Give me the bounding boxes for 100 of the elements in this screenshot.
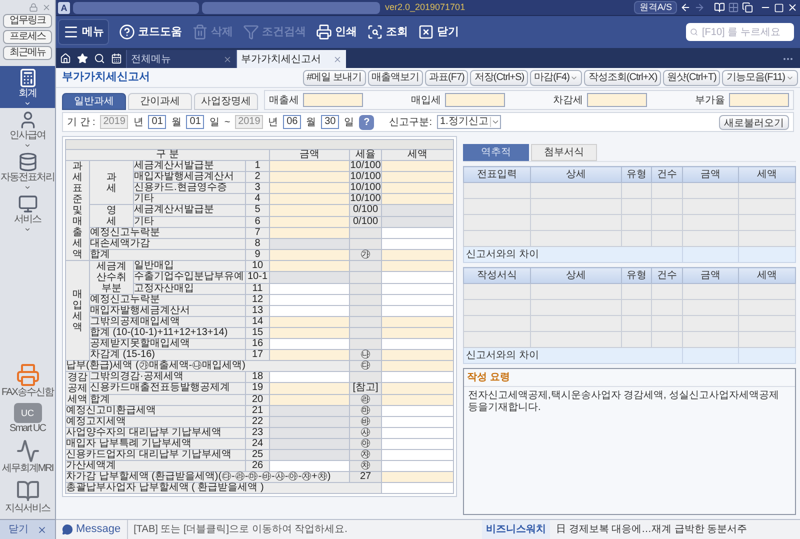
back-arrow-icon[interactable]: [680, 2, 691, 13]
document-tab[interactable]: 전체메뉴: [126, 50, 236, 68]
action-button[interactable]: 기능모음(F11): [722, 70, 798, 86]
amount-field[interactable]: [270, 350, 350, 360]
amount-field[interactable]: [270, 316, 350, 328]
tax-amount-field[interactable]: [382, 360, 454, 372]
tax-amount-field[interactable]: [382, 482, 454, 494]
reload-button[interactable]: 새로불러오기: [719, 114, 789, 130]
remote-support-button[interactable]: 원격A/S: [634, 1, 677, 14]
search-icon[interactable]: [94, 52, 105, 64]
tax-amount-field[interactable]: [382, 416, 454, 428]
tax-amount-field[interactable]: [382, 250, 454, 260]
home-icon[interactable]: [60, 52, 71, 64]
tax-amount-field[interactable]: [382, 228, 454, 238]
tax-amount-field[interactable]: [382, 338, 454, 350]
star-icon[interactable]: [77, 52, 88, 64]
amount-field[interactable]: [270, 294, 350, 306]
amount-field[interactable]: [270, 394, 350, 406]
service-label[interactable]: FAX송수신함: [2, 387, 54, 399]
tax-amount-field[interactable]: [382, 450, 454, 460]
summary-field[interactable]: [729, 93, 789, 107]
toolbar-button[interactable]: 닫기: [418, 19, 459, 45]
tax-amount-field[interactable]: [382, 272, 454, 284]
calendar-icon[interactable]: [111, 52, 122, 64]
module-item[interactable]: 회계: [0, 66, 55, 108]
module-item[interactable]: 인사급여: [0, 108, 55, 150]
quick-link-button[interactable]: 업무링크: [3, 14, 52, 28]
sidebar-close-button[interactable]: 닫기: [0, 519, 55, 539]
action-button[interactable]: 작성조회(Ctrl+X): [584, 70, 662, 86]
date-input-field[interactable]: 06: [283, 115, 302, 129]
amount-field[interactable]: [270, 328, 350, 338]
audit-tab[interactable]: 역추적: [463, 144, 529, 161]
amount-field[interactable]: [270, 172, 350, 182]
close-icon[interactable]: [787, 2, 798, 13]
toolbar-button[interactable]: 메뉴: [58, 19, 109, 45]
amount-field[interactable]: [270, 194, 350, 204]
tax-amount-field[interactable]: [382, 406, 454, 416]
tax-amount-field[interactable]: [382, 438, 454, 450]
amount-field[interactable]: [270, 306, 350, 316]
service-label[interactable]: Smart UC: [10, 423, 46, 435]
amount-field[interactable]: [270, 382, 350, 394]
amount-field[interactable]: [270, 228, 350, 238]
amount-field[interactable]: [270, 216, 350, 228]
amount-field[interactable]: [270, 283, 350, 294]
tax-amount-field[interactable]: [382, 306, 454, 316]
maximize-icon[interactable]: [774, 2, 784, 12]
tax-amount-field[interactable]: [382, 460, 454, 472]
tax-amount-field[interactable]: [382, 428, 454, 438]
amount-field[interactable]: [270, 460, 350, 472]
summary-field[interactable]: [445, 93, 505, 107]
tax-amount-field[interactable]: [382, 350, 454, 360]
news-ticker[interactable]: 日 경제보복 대응에…재계 급박한 동분서주: [550, 522, 800, 537]
summary-field[interactable]: [587, 93, 647, 107]
amount-field[interactable]: [270, 160, 350, 172]
help-button[interactable]: ?: [359, 114, 374, 130]
module-item[interactable]: 자동전표처리: [0, 150, 55, 192]
tax-amount-field[interactable]: [382, 328, 454, 338]
quick-link-button[interactable]: 프로세스: [3, 30, 52, 44]
tax-amount-field[interactable]: [382, 182, 454, 194]
tax-amount-field[interactable]: [382, 394, 454, 406]
amount-field[interactable]: [270, 204, 350, 216]
tax-amount-field[interactable]: [382, 294, 454, 306]
module-item[interactable]: 서비스: [0, 192, 55, 234]
search-field[interactable]: [F10] 를 누르세요: [686, 23, 794, 41]
report-type-select[interactable]: 1.정기신고: [436, 115, 502, 129]
tax-amount-field[interactable]: [382, 172, 454, 182]
action-button[interactable]: 원샷(Ctrl+T): [663, 70, 720, 86]
quick-link-button[interactable]: 최근메뉴: [3, 46, 52, 60]
date-input-field[interactable]: 01: [148, 115, 166, 129]
tax-amount-field[interactable]: [382, 382, 454, 394]
tax-amount-field[interactable]: [382, 472, 454, 482]
service-label[interactable]: 지식서비스: [5, 503, 50, 515]
tax-amount-field[interactable]: [382, 160, 454, 172]
tax-amount-field[interactable]: [382, 316, 454, 328]
document-tab[interactable]: 부가가치세신고서: [236, 50, 346, 68]
toolbar-button[interactable]: 인쇄: [316, 19, 357, 45]
lock-icon[interactable]: [29, 2, 38, 12]
form-tab[interactable]: 간이과세: [128, 93, 192, 110]
form-tab[interactable]: 사업장명세: [194, 93, 258, 110]
toolbar-button[interactable]: 조회: [367, 19, 408, 45]
action-button[interactable]: 매출액보기: [368, 70, 424, 86]
date-input-field[interactable]: 30: [321, 115, 340, 129]
action-button[interactable]: #메일 보내기: [302, 70, 366, 86]
windows-icon[interactable]: [742, 2, 753, 13]
book-icon[interactable]: [714, 2, 725, 13]
tax-amount-field[interactable]: [382, 372, 454, 383]
action-button[interactable]: 과표(F7): [425, 70, 468, 86]
tax-amount-field[interactable]: [382, 283, 454, 294]
action-button[interactable]: 저장(Ctrl+S): [470, 70, 528, 86]
summary-field[interactable]: [303, 93, 363, 107]
amount-field[interactable]: [270, 182, 350, 194]
form-tab[interactable]: 일반과세: [62, 93, 126, 110]
amount-field[interactable]: [270, 372, 350, 383]
amount-field[interactable]: [270, 338, 350, 350]
audit-tab[interactable]: 첨부서식: [531, 144, 597, 161]
amount-field[interactable]: [270, 260, 350, 272]
toolbar-button[interactable]: 코드도움: [119, 19, 182, 45]
tax-amount-field[interactable]: [382, 260, 454, 272]
tax-amount-field[interactable]: [382, 238, 454, 250]
tax-amount-field[interactable]: [382, 194, 454, 204]
